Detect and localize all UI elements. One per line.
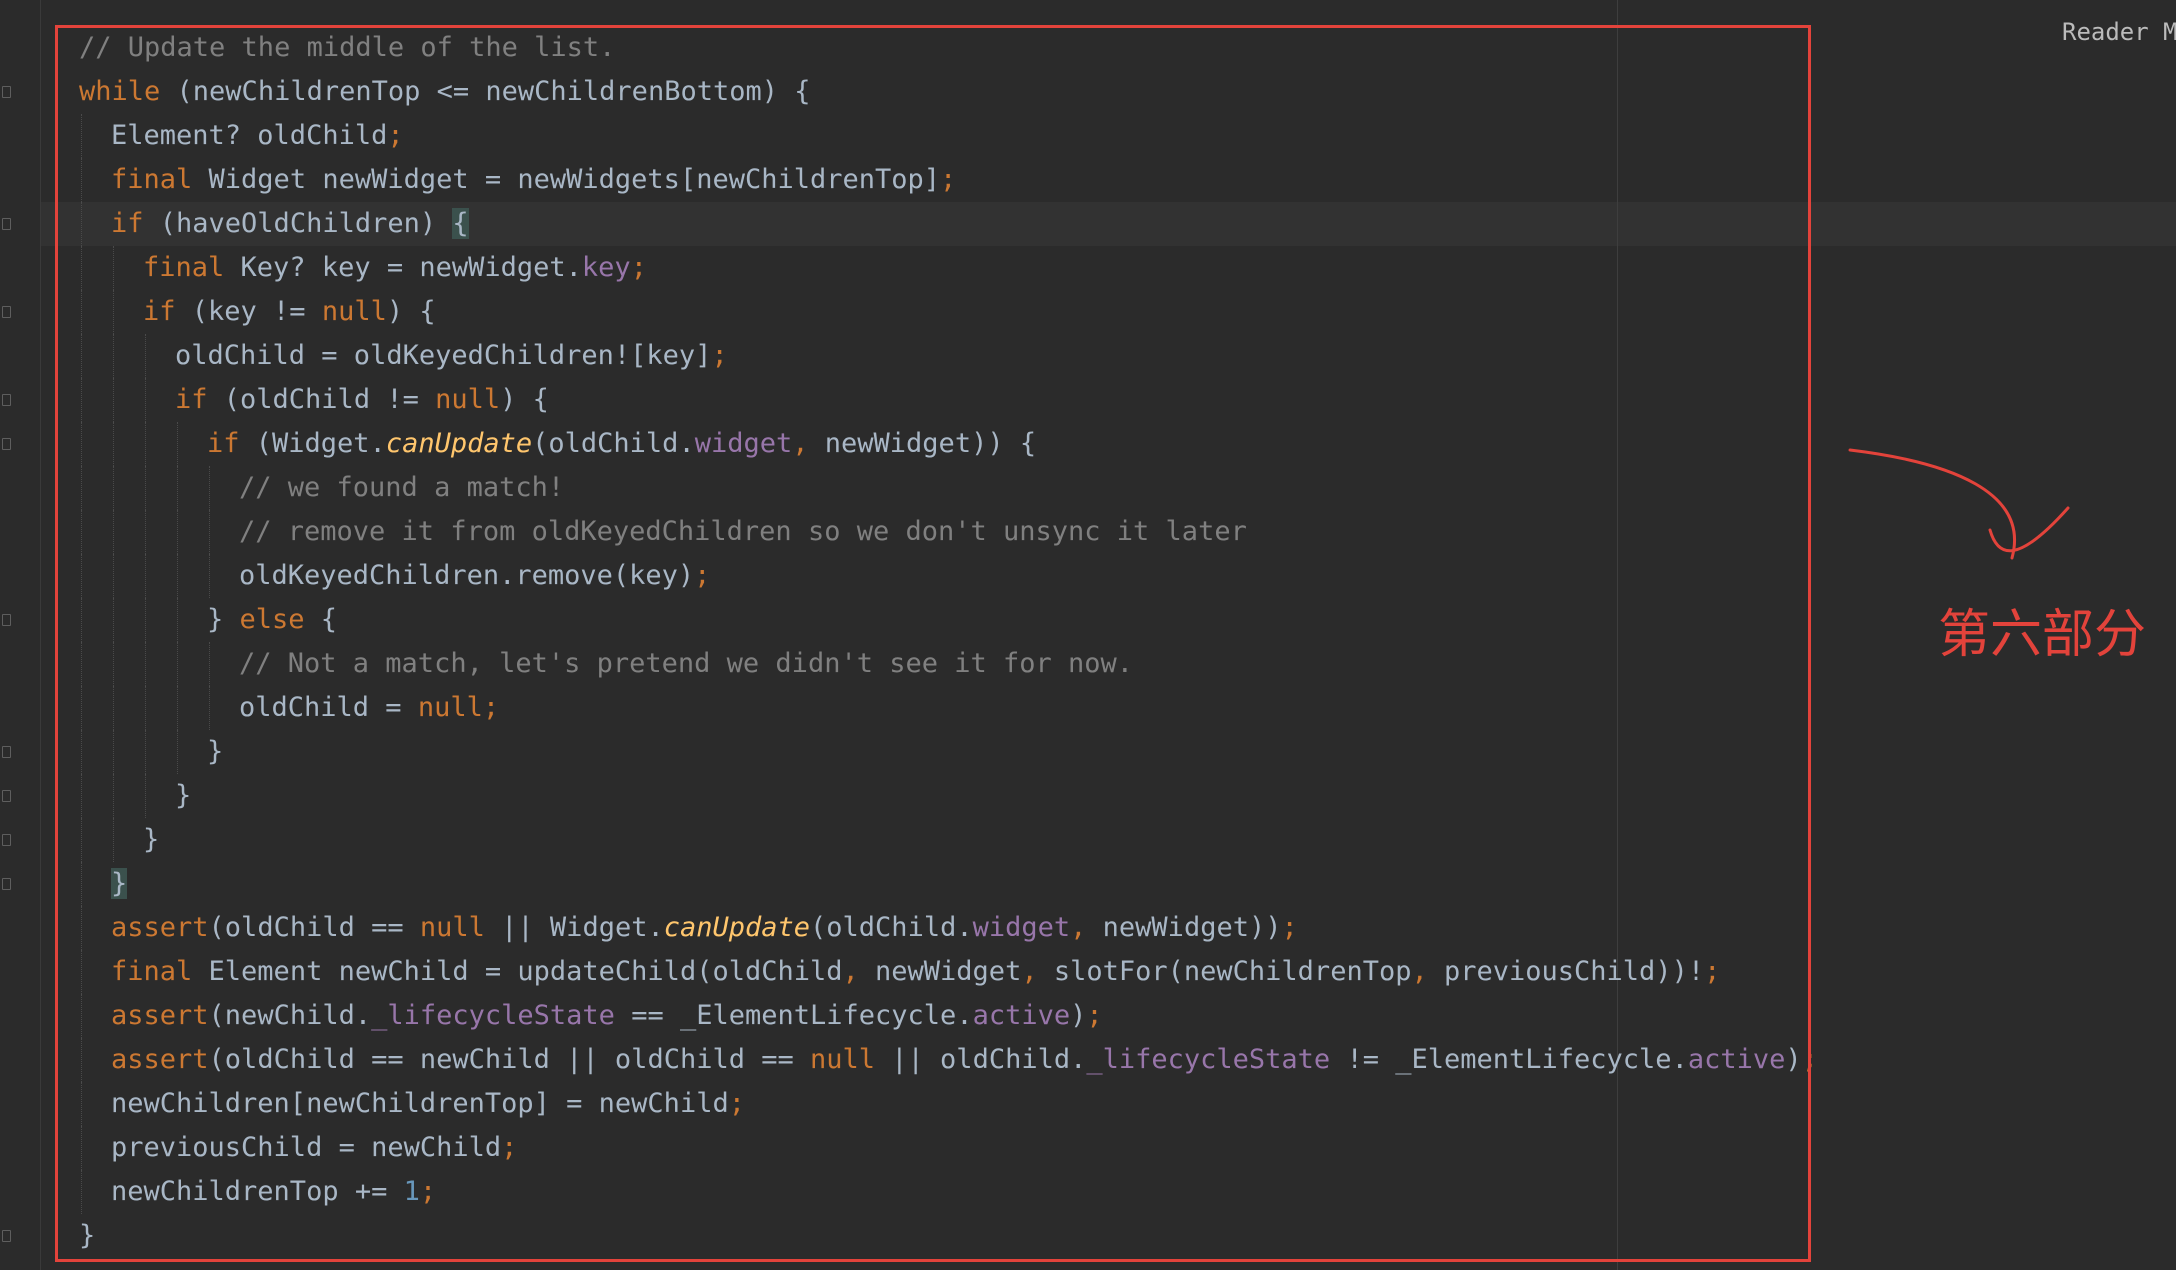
reader-mode-button[interactable]: Reader M — [2062, 18, 2176, 46]
fold-marker-icon[interactable] — [2, 394, 11, 406]
fold-marker-icon[interactable] — [2, 790, 11, 802]
fold-marker-icon[interactable] — [2, 834, 11, 846]
fold-marker-icon[interactable] — [2, 438, 11, 450]
fold-marker-icon[interactable] — [2, 306, 11, 318]
curved-arrow-icon — [1848, 448, 2070, 560]
selection-annotation-box — [55, 25, 1811, 1262]
fold-marker-icon[interactable] — [2, 878, 11, 890]
fold-marker-icon[interactable] — [2, 614, 11, 626]
code-editor[interactable]: // Update the middle of the list. while (… — [0, 0, 2176, 1270]
arrow-shaft — [1848, 448, 2016, 560]
fold-marker-icon[interactable] — [2, 1230, 11, 1242]
annotation-label: 第六部分 — [1938, 605, 2147, 665]
fold-marker-icon[interactable] — [2, 86, 11, 98]
fold-marker-icon[interactable] — [2, 218, 11, 230]
editor-gutter[interactable] — [0, 0, 41, 1270]
fold-marker-icon[interactable] — [2, 746, 11, 758]
arrow-head — [1988, 506, 2070, 553]
